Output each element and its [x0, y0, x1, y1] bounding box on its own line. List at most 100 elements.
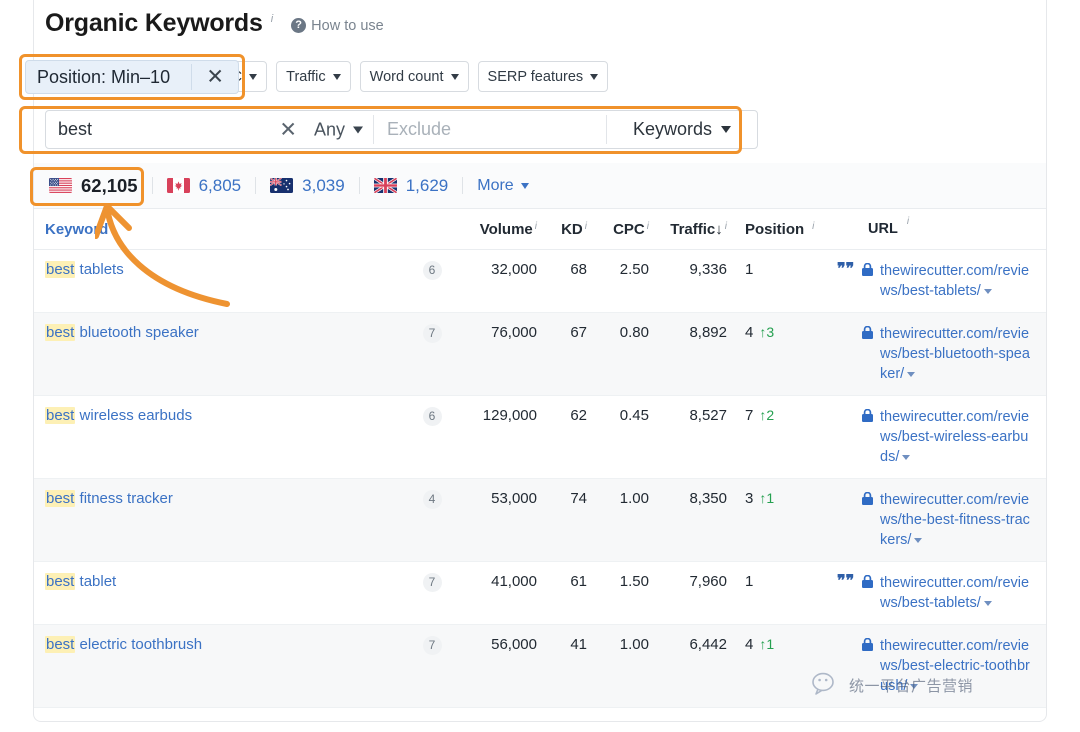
- url-link[interactable]: thewirecutter.com/reviews/best-electric-…: [880, 636, 1032, 696]
- chevron-down-icon[interactable]: [984, 601, 992, 606]
- table-row[interactable]: best tablet741,000611.507,9601❞❞thewirec…: [34, 562, 1046, 625]
- info-icon[interactable]: i: [725, 221, 727, 232]
- url-link[interactable]: thewirecutter.com/reviews/best-tablets/: [880, 261, 1032, 301]
- filter-button-word-count[interactable]: Word count: [360, 61, 469, 92]
- cell-keyword[interactable]: best fitness tracker: [34, 490, 412, 507]
- country-count-ca: 6,805: [199, 176, 242, 196]
- lock-icon: [862, 326, 873, 339]
- chevron-down-icon: [721, 126, 731, 133]
- serp-feature-quote-icon[interactable]: ❞❞: [837, 262, 855, 278]
- cell-wordcount: 7: [412, 636, 452, 655]
- cell-cpc: 0.80: [587, 324, 649, 341]
- sort-descending-icon: ↓: [715, 221, 723, 238]
- cell-keyword[interactable]: best bluetooth speaker: [34, 324, 412, 341]
- info-icon[interactable]: i: [110, 221, 112, 232]
- cell-keyword[interactable]: best electric toothbrush: [34, 636, 412, 653]
- cell-url[interactable]: thewirecutter.com/reviews/best-electric-…: [837, 636, 1046, 696]
- column-label: Traffic: [670, 221, 715, 238]
- flag-au-icon: [270, 178, 293, 193]
- column-header-kd[interactable]: KDi: [537, 221, 587, 238]
- keyword-rest: tablets: [75, 261, 123, 278]
- column-header-keyword[interactable]: Keywordi: [34, 221, 412, 238]
- country-tab-uk[interactable]: 1,629: [360, 174, 463, 198]
- lock-icon: [862, 263, 873, 276]
- column-label: Position: [745, 221, 804, 238]
- cell-keyword[interactable]: best wireless earbuds: [34, 407, 412, 424]
- country-tab-au[interactable]: 3,039: [256, 174, 359, 198]
- chevron-down-icon[interactable]: [914, 538, 922, 543]
- cell-volume: 56,000: [452, 636, 537, 653]
- wordcount-badge: 7: [423, 636, 442, 655]
- chevron-down-icon[interactable]: [902, 455, 910, 460]
- keyword-rest: fitness tracker: [75, 490, 173, 507]
- filter-button-serp-features[interactable]: SERP features: [478, 61, 609, 92]
- question-circle-icon: ?: [291, 18, 306, 33]
- position-filter-chip[interactable]: Position: Min–10 ✕: [25, 60, 239, 94]
- include-input-wrap[interactable]: best ✕ Any: [46, 111, 373, 148]
- column-label: Volume: [480, 221, 533, 238]
- info-icon[interactable]: i: [585, 221, 587, 232]
- chevron-down-icon: [333, 74, 341, 80]
- position-value: 4: [745, 324, 753, 341]
- column-header-position[interactable]: Position i: [727, 221, 837, 238]
- match-mode-dropdown[interactable]: Any: [314, 119, 363, 140]
- position-change-up: ↑1: [759, 490, 774, 506]
- wordcount-badge: 6: [423, 407, 442, 426]
- url-link[interactable]: thewirecutter.com/reviews/best-wireless-…: [880, 407, 1032, 467]
- url-link[interactable]: thewirecutter.com/reviews/best-bluetooth…: [880, 324, 1032, 384]
- cell-keyword[interactable]: best tablets: [34, 261, 412, 278]
- position-value: 1: [745, 261, 753, 278]
- country-tab-ca[interactable]: 6,805: [153, 174, 256, 198]
- chevron-down-icon[interactable]: [910, 684, 918, 689]
- cell-url[interactable]: thewirecutter.com/reviews/best-bluetooth…: [837, 324, 1046, 384]
- cell-keyword[interactable]: best tablet: [34, 573, 412, 590]
- table-row[interactable]: best wireless earbuds6129,000620.458,527…: [34, 396, 1046, 479]
- remove-position-filter-icon[interactable]: ✕: [206, 67, 224, 88]
- position-change-up: ↑2: [759, 407, 774, 423]
- more-countries-button[interactable]: More: [463, 177, 542, 195]
- filter-button-traffic[interactable]: Traffic: [276, 61, 350, 92]
- position-value: 7: [745, 407, 753, 424]
- table-row[interactable]: best bluetooth speaker776,000670.808,892…: [34, 313, 1046, 396]
- cell-url[interactable]: ❞❞ thewirecutter.com/reviews/best-tablets…: [837, 573, 1046, 613]
- chevron-down-icon[interactable]: [984, 289, 992, 294]
- how-to-use-link[interactable]: ? How to use: [291, 18, 384, 34]
- cell-kd: 61: [537, 573, 587, 590]
- chevron-down-icon[interactable]: [907, 372, 915, 377]
- cell-wordcount: 6: [412, 261, 452, 280]
- table-header-row: Keywordi Volumei KDi CPCi Traffic↓i Posi…: [34, 209, 1046, 250]
- cell-url[interactable]: thewirecutter.com/reviews/the-best-fitne…: [837, 490, 1046, 550]
- table-row[interactable]: best tablets632,000682.509,3361❞❞thewire…: [34, 250, 1046, 313]
- info-icon[interactable]: i: [812, 221, 814, 232]
- country-tab-us[interactable]: 62,105: [45, 174, 152, 198]
- column-header-traffic[interactable]: Traffic↓i: [649, 221, 727, 238]
- page-title-info-icon[interactable]: i: [271, 13, 273, 25]
- cell-kd: 41: [537, 636, 587, 653]
- cell-volume: 129,000: [452, 407, 537, 424]
- target-mode-dropdown[interactable]: Keywords: [607, 111, 757, 148]
- table-row[interactable]: best fitness tracker453,000741.008,3503↑…: [34, 479, 1046, 562]
- position-filter-label: Position: Min–10: [26, 67, 170, 88]
- info-icon[interactable]: i: [647, 221, 649, 232]
- cell-url[interactable]: ❞❞ thewirecutter.com/reviews/best-tablets…: [837, 261, 1046, 301]
- chevron-down-icon: [521, 183, 529, 189]
- clear-include-icon[interactable]: ✕: [279, 119, 297, 140]
- more-countries-label: More: [477, 177, 513, 195]
- exclude-input[interactable]: Exclude: [374, 111, 606, 148]
- exclude-placeholder: Exclude: [387, 119, 451, 140]
- keyword-match-highlight: best: [45, 324, 75, 341]
- cell-position: 3↑1: [727, 490, 837, 507]
- info-icon[interactable]: i: [535, 221, 537, 232]
- serp-feature-quote-icon[interactable]: ❞❞: [837, 574, 855, 590]
- url-link[interactable]: thewirecutter.com/reviews/best-tablets/: [880, 573, 1032, 613]
- cell-cpc: 1.50: [587, 573, 649, 590]
- cell-url[interactable]: thewirecutter.com/reviews/best-wireless-…: [837, 407, 1046, 467]
- keyword-match-highlight: best: [45, 636, 75, 653]
- column-header-volume[interactable]: Volumei: [452, 221, 537, 238]
- column-header-url[interactable]: URLi: [837, 221, 1046, 237]
- info-icon[interactable]: i: [907, 216, 909, 227]
- table-row[interactable]: best electric toothbrush756,000411.006,4…: [34, 625, 1046, 708]
- cell-kd: 74: [537, 490, 587, 507]
- url-link[interactable]: thewirecutter.com/reviews/the-best-fitne…: [880, 490, 1032, 550]
- column-header-cpc[interactable]: CPCi: [587, 221, 649, 238]
